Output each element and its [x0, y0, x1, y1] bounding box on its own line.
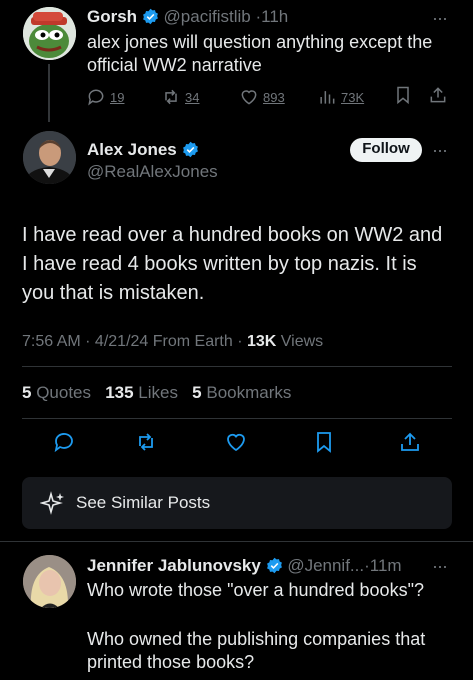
main-action-bar: [22, 428, 452, 456]
bookmark-button[interactable]: [393, 85, 413, 110]
quotes-stat[interactable]: 5 Quotes: [22, 383, 91, 402]
view-count: 73K: [341, 89, 365, 105]
divider: [0, 541, 473, 542]
profile-photo-icon: [23, 131, 76, 184]
repost-icon: [139, 433, 153, 451]
bookmark-icon: [397, 86, 409, 104]
share-button[interactable]: [398, 430, 422, 459]
bookmarks-label: Bookmarks: [206, 383, 292, 402]
avatar[interactable]: [23, 7, 76, 60]
follow-button[interactable]: Follow: [350, 138, 422, 162]
verified-badge-icon: [182, 141, 199, 163]
see-similar-posts-label: See Similar Posts: [76, 493, 211, 512]
bookmark-icon: [317, 432, 331, 453]
quotes-label: Quotes: [36, 383, 92, 402]
post-text: alex jones will question anything except…: [87, 32, 433, 75]
like-count: 893: [263, 89, 285, 105]
post-header: Jennifer Jablunovsky @Jennif...·11m: [87, 556, 402, 579]
author-name[interactable]: Gorsh: [87, 7, 137, 26]
verified-badge-icon: [142, 8, 159, 31]
like-button[interactable]: [224, 430, 248, 459]
post-header: Alex Jones: [87, 140, 199, 163]
author-handle[interactable]: @pacifistlib: [164, 7, 251, 26]
likes-count: 135: [105, 383, 134, 402]
heart-icon: [227, 433, 245, 452]
more-options-icon[interactable]: ···: [432, 8, 448, 29]
more-options-icon[interactable]: ···: [432, 140, 448, 161]
post-header: Gorsh @pacifistlib ·11h: [87, 6, 288, 31]
engagement-stats: 5 Quotes 135 Likes 5 Bookmarks: [22, 383, 291, 403]
reply-text-line1: Who wrote those "over a hundred books"?: [87, 580, 424, 600]
author-handle[interactable]: @Jennif...: [287, 556, 364, 575]
bookmark-button[interactable]: [312, 430, 336, 459]
bookmarks-count: 5: [192, 383, 202, 402]
repost-count: 34: [185, 89, 200, 105]
timestamp[interactable]: 11h: [261, 7, 288, 26]
timestamp[interactable]: 11m: [370, 556, 402, 575]
sparkle-icon: [40, 491, 64, 515]
analytics-icon: [320, 91, 335, 104]
view-count: 13K: [246, 333, 277, 350]
profile-photo-icon: [23, 555, 76, 608]
reply-text-line2: Who owned the publishing companies that …: [87, 629, 426, 672]
avatar[interactable]: [23, 131, 76, 184]
like-button[interactable]: 893: [239, 87, 285, 107]
verified-badge-icon: [266, 557, 283, 579]
reply-icon: [54, 433, 73, 453]
see-similar-posts-button[interactable]: See Similar Posts: [22, 477, 452, 529]
post-text: I have read over a hundred books on WW2 …: [22, 224, 443, 304]
repost-button[interactable]: 34: [161, 87, 199, 107]
views-label: Views: [276, 333, 324, 350]
share-icon: [430, 86, 446, 102]
reply-icon: [88, 89, 104, 106]
author-handle[interactable]: @RealAlexJones: [87, 162, 218, 182]
reply-count: 19: [110, 89, 125, 105]
likes-label: Likes: [138, 383, 178, 402]
author-name[interactable]: Alex Jones: [87, 140, 177, 159]
more-options-icon[interactable]: ···: [432, 556, 448, 577]
post-action-bar: 19 34 893 73K: [86, 86, 456, 108]
repost-icon: [165, 89, 177, 105]
views-button[interactable]: 73K: [317, 87, 364, 107]
share-button[interactable]: [428, 85, 448, 110]
bookmarks-stat[interactable]: 5 Bookmarks: [192, 383, 291, 402]
timestamp-location[interactable]: 7:56 AM · 4/21/24 From Earth ·: [22, 333, 247, 350]
repost-button[interactable]: [134, 430, 158, 459]
quotes-count: 5: [22, 383, 32, 402]
likes-stat[interactable]: 135 Likes: [105, 383, 178, 402]
thread-line: [48, 64, 50, 122]
pepe-avatar-icon: [23, 7, 76, 60]
avatar[interactable]: [23, 555, 76, 608]
share-icon: [401, 432, 419, 451]
reply-button[interactable]: 19: [86, 87, 124, 107]
divider: [22, 366, 452, 367]
post-meta: 7:56 AM · 4/21/24 From Earth · 13K Views: [22, 333, 323, 351]
reply-button[interactable]: [52, 430, 76, 459]
author-name[interactable]: Jennifer Jablunovsky: [87, 556, 261, 575]
heart-icon: [241, 90, 257, 105]
divider: [22, 418, 452, 419]
